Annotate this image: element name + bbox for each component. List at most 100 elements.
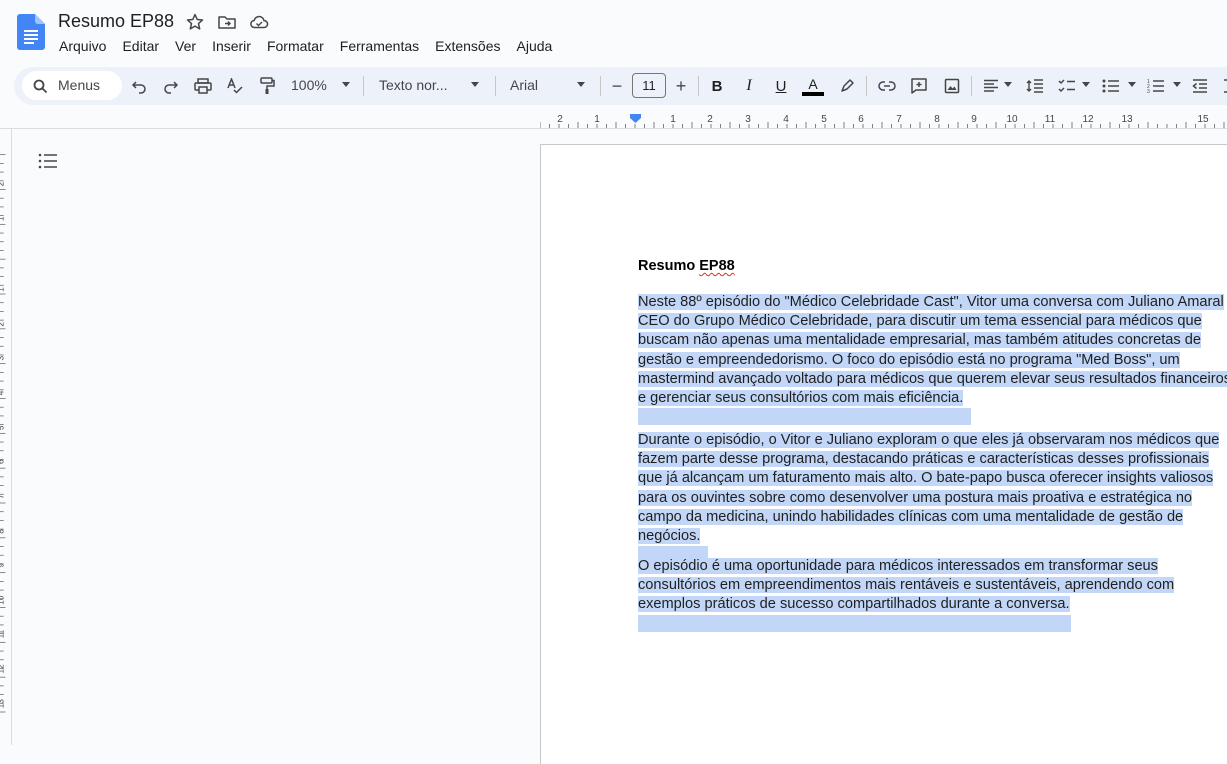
undo-icon[interactable] — [128, 75, 150, 97]
numbered-list-caret-icon[interactable] — [1173, 82, 1181, 87]
toolbar-divider — [698, 76, 699, 96]
toolbar-divider — [363, 76, 364, 96]
menu-arquivo[interactable]: Arquivo — [51, 37, 114, 55]
svg-text:3: 3 — [1147, 89, 1150, 94]
bulleted-list-caret-icon[interactable] — [1128, 82, 1136, 87]
link-icon[interactable] — [876, 75, 898, 97]
toolbar: Menus 100% Texto nor... Arial − 11 + B I… — [14, 67, 1227, 105]
line-spacing-icon[interactable] — [1024, 75, 1046, 97]
menu-extensoes[interactable]: Extensões — [427, 37, 508, 55]
move-folder-icon[interactable] — [217, 12, 237, 32]
selected-text: e gerenciar seus consultórios com mais e… — [638, 390, 964, 407]
ruler-label: 2 — [0, 322, 6, 327]
ruler-label: 10 — [1006, 114, 1018, 125]
italic-icon[interactable]: I — [738, 75, 760, 97]
ruler-label: 1 — [594, 114, 600, 125]
ruler-label: 11 — [0, 629, 6, 638]
selected-text: que já alcançam um faturamento mais alto… — [638, 470, 1214, 487]
paragraph-line: para os ouvintes sobre como desenvolver … — [638, 489, 1227, 508]
paragraph-line: O episódio é uma oportunidade para médic… — [638, 557, 1227, 576]
increase-font-size-icon[interactable]: + — [670, 75, 692, 97]
font-size-field[interactable]: 11 — [632, 73, 666, 98]
increase-indent-icon[interactable] — [1220, 75, 1227, 97]
paragraph-line: Durante o episódio, o Vitor e Juliano ex… — [638, 431, 1227, 450]
font-caret-icon[interactable] — [577, 82, 585, 87]
add-comment-icon[interactable] — [908, 75, 930, 97]
selected-text: mastermind avançado voltado para médicos… — [638, 370, 1227, 387]
numbered-list-icon[interactable]: 123 — [1145, 75, 1167, 97]
vertical-ruler[interactable]: 2112345678910111213 — [0, 129, 12, 745]
checklist-icon[interactable] — [1056, 75, 1078, 97]
ruler-label: 11 — [1045, 114, 1056, 125]
bold-icon[interactable]: B — [706, 75, 728, 97]
font-select[interactable]: Arial — [510, 77, 538, 93]
ruler-label: 8 — [0, 529, 6, 534]
decrease-font-size-icon[interactable]: − — [606, 75, 628, 97]
paragraph-line: e gerenciar seus consultórios com mais e… — [638, 389, 1227, 408]
paragraph-line: gestão e empreendedorismo. O foco do epi… — [638, 351, 1227, 370]
menu-editar[interactable]: Editar — [114, 37, 167, 55]
underline-icon[interactable]: U — [770, 75, 792, 97]
ruler-label: 9 — [971, 114, 977, 125]
star-icon[interactable] — [185, 12, 205, 32]
cloud-saved-icon[interactable] — [249, 12, 269, 32]
ruler-label: 15 — [1197, 114, 1209, 125]
highlight-icon[interactable] — [836, 75, 858, 97]
paragraph-line: mastermind avançado voltado para médicos… — [638, 370, 1227, 389]
document-paragraph[interactable]: O episódio é uma oportunidade para médic… — [638, 557, 1227, 632]
search-menus-button[interactable]: Menus — [22, 71, 122, 100]
style-caret-icon[interactable] — [471, 82, 479, 87]
toolbar-divider — [495, 76, 496, 96]
ruler-label: 7 — [896, 114, 902, 125]
ruler-label: 8 — [934, 114, 940, 125]
ruler-label: 6 — [858, 114, 864, 125]
menu-ajuda[interactable]: Ajuda — [509, 37, 561, 55]
docs-logo-icon[interactable] — [17, 14, 45, 50]
document-title[interactable]: Resumo EP88 — [58, 11, 174, 32]
ruler-label: 1 — [670, 114, 676, 125]
menu-formatar[interactable]: Formatar — [259, 37, 332, 55]
document-paragraph[interactable]: Neste 88º episódio do "Médico Celebridad… — [638, 293, 1227, 426]
paragraph-line: fazem parte desse programa, destacando p… — [638, 450, 1227, 469]
ruler-label: 3 — [745, 114, 751, 125]
document-page[interactable]: Resumo EP88 Neste 88º episódio do "Médic… — [540, 144, 1227, 764]
toolbar-divider — [866, 76, 867, 96]
text-color-icon[interactable]: A — [802, 75, 824, 97]
selected-text: consultórios em empreendimentos mais ren… — [638, 577, 1175, 594]
ruler-label: 2 — [557, 114, 563, 125]
paragraph-line: campo da medicina, unindo habilidades cl… — [638, 508, 1227, 527]
print-icon[interactable] — [192, 75, 214, 97]
insert-image-icon[interactable] — [941, 75, 963, 97]
checklist-caret-icon[interactable] — [1082, 82, 1090, 87]
style-select[interactable]: Texto nor... — [379, 77, 447, 93]
ruler-label: 10 — [0, 595, 6, 605]
menu-ferramentas[interactable]: Ferramentas — [332, 37, 427, 55]
align-caret-icon[interactable] — [1004, 82, 1012, 87]
ruler-label: 12 — [0, 664, 6, 674]
paragraph-line: Neste 88º episódio do "Médico Celebridad… — [638, 293, 1227, 312]
bulleted-list-icon[interactable] — [1100, 75, 1122, 97]
toolbar-divider — [600, 76, 601, 96]
zoom-caret-icon[interactable] — [342, 82, 350, 87]
ruler-label: 5 — [821, 114, 827, 125]
ruler-label: 13 — [0, 699, 6, 709]
selected-text: Durante o episódio, o Vitor e Juliano ex… — [638, 432, 1220, 448]
ruler-label: 2 — [707, 114, 713, 125]
outline-icon[interactable] — [38, 153, 58, 169]
horizontal-ruler[interactable]: 2 1 1 2 3 4 5 6 7 8 9 10 11 12 13 15 — [540, 112, 1227, 128]
document-paragraph[interactable]: Durante o episódio, o Vitor e Juliano ex… — [638, 431, 1227, 564]
selected-text: gestão e empreendedorismo. O foco do epi… — [638, 351, 1180, 368]
menu-ver[interactable]: Ver — [167, 37, 204, 55]
document-heading[interactable]: Resumo EP88 — [638, 258, 735, 274]
decrease-indent-icon[interactable] — [1189, 75, 1211, 97]
ruler-label: 5 — [0, 425, 6, 430]
redo-icon[interactable] — [160, 75, 182, 97]
zoom-value[interactable]: 100% — [291, 77, 327, 93]
spellcheck-icon[interactable] — [224, 75, 246, 97]
menu-bar: Arquivo Editar Ver Inserir Formatar Ferr… — [51, 37, 560, 55]
selected-text: exemplos práticos de sucesso compartilha… — [638, 596, 1070, 613]
menu-inserir[interactable]: Inserir — [204, 37, 259, 55]
paint-format-icon[interactable] — [256, 75, 278, 97]
align-icon[interactable] — [980, 75, 1002, 97]
paragraph-line: negócios. — [638, 527, 1227, 546]
